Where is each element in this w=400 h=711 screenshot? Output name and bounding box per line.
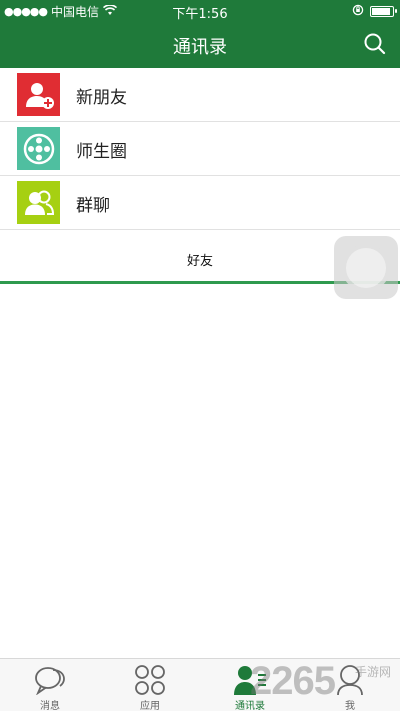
contact-menu-list: 新朋友 师生圈 群聊 [0,68,400,230]
page-title: 通讯录 [173,37,227,58]
list-item-teacher-student-circle[interactable]: 师生圈 [0,122,400,176]
apps-icon [100,664,200,696]
title-bar: 通讯录 [0,22,400,68]
header-bar: ●●●●● 中国电信 下午1:56 通讯录 [0,0,400,68]
list-item-label: 群聊 [76,196,110,216]
new-friend-icon [17,73,60,116]
nav-label: 消息 [40,701,60,711]
contacts-icon [200,664,300,696]
search-icon [364,33,386,55]
message-icon [0,664,100,696]
list-item-new-friends[interactable]: 新朋友 [0,68,400,122]
battery-icon [370,6,397,17]
rotation-lock-icon [352,4,364,19]
nav-item-contacts[interactable]: 通讯录 [200,659,300,711]
search-button[interactable] [362,31,388,57]
profile-icon [300,664,400,696]
nav-item-messages[interactable]: 消息 [0,659,100,711]
nav-item-me[interactable]: 我 [300,659,400,711]
circle-icon [17,127,60,170]
list-item-label: 新朋友 [76,88,127,108]
nav-item-apps[interactable]: 应用 [100,659,200,711]
assistive-touch-icon [346,247,386,288]
nav-label: 应用 [140,701,160,711]
assistive-touch-button[interactable] [334,236,398,299]
list-item-group-chat[interactable]: 群聊 [0,176,400,230]
nav-label: 我 [345,701,355,711]
list-item-label: 师生圈 [76,142,127,162]
status-time: 下午1:56 [172,7,228,22]
status-bar: ●●●●● 中国电信 下午1:56 [0,0,400,22]
bottom-navigation: 消息 应用 通讯录 我 [0,658,400,711]
nav-label: 通讯录 [235,701,265,711]
group-chat-icon [17,181,60,224]
